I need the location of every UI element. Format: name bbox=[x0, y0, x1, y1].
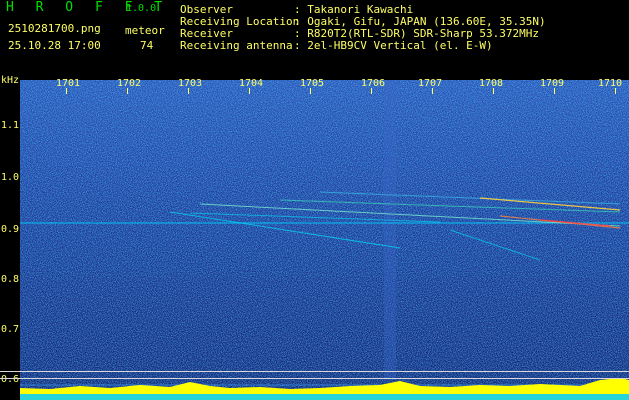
y-tick-label: 0.9 bbox=[1, 224, 20, 235]
reference-line bbox=[0, 371, 629, 372]
datetime-label: 25.10.28 17:00 bbox=[8, 39, 101, 52]
spectrogram-vertical-band bbox=[384, 80, 396, 380]
x-tick-label: 1705 bbox=[300, 78, 325, 89]
y-tick-label: 0.8 bbox=[1, 274, 20, 285]
spectrogram-svg bbox=[20, 80, 629, 400]
meta-value: : 2el-HB9CV Vertical (el. E-W) bbox=[294, 39, 493, 52]
reference-line bbox=[0, 378, 629, 379]
meteor-count: 74 bbox=[140, 39, 154, 52]
meteor-label: meteor bbox=[125, 24, 165, 37]
app-version: 1.0.0 bbox=[126, 3, 157, 14]
y-tick-label: 1.0 bbox=[1, 172, 20, 183]
spectrogram-plot bbox=[20, 80, 629, 400]
y-tick-label: 1.1 bbox=[1, 120, 20, 131]
x-tick-label: 1708 bbox=[479, 78, 504, 89]
y-tick-label: 0.6 bbox=[1, 374, 20, 385]
meta-antenna: Receiving antenna: 2el-HB9CV Vertical (e… bbox=[180, 40, 493, 52]
y-unit-label: kHz bbox=[1, 75, 20, 86]
x-tick-label: 1701 bbox=[56, 78, 81, 89]
baseline-overlay bbox=[20, 394, 629, 400]
x-tick-label: 1707 bbox=[418, 78, 443, 89]
y-tick-label: 0.7 bbox=[1, 324, 20, 335]
file-name: 2510281700.png bbox=[8, 22, 101, 35]
x-tick-label: 1710 bbox=[598, 78, 623, 89]
meta-key: Receiving antenna bbox=[180, 39, 293, 52]
spectrogram-noise-highlight bbox=[20, 80, 629, 260]
header-panel: H R O F F T 1.0.0 2510281700.png 25.10.2… bbox=[0, 0, 629, 78]
x-tick-label: 1706 bbox=[361, 78, 386, 89]
x-tick-label: 1703 bbox=[178, 78, 203, 89]
x-tick-label: 1704 bbox=[239, 78, 264, 89]
x-tick-label: 1709 bbox=[540, 78, 565, 89]
x-tick-label: 1702 bbox=[117, 78, 142, 89]
